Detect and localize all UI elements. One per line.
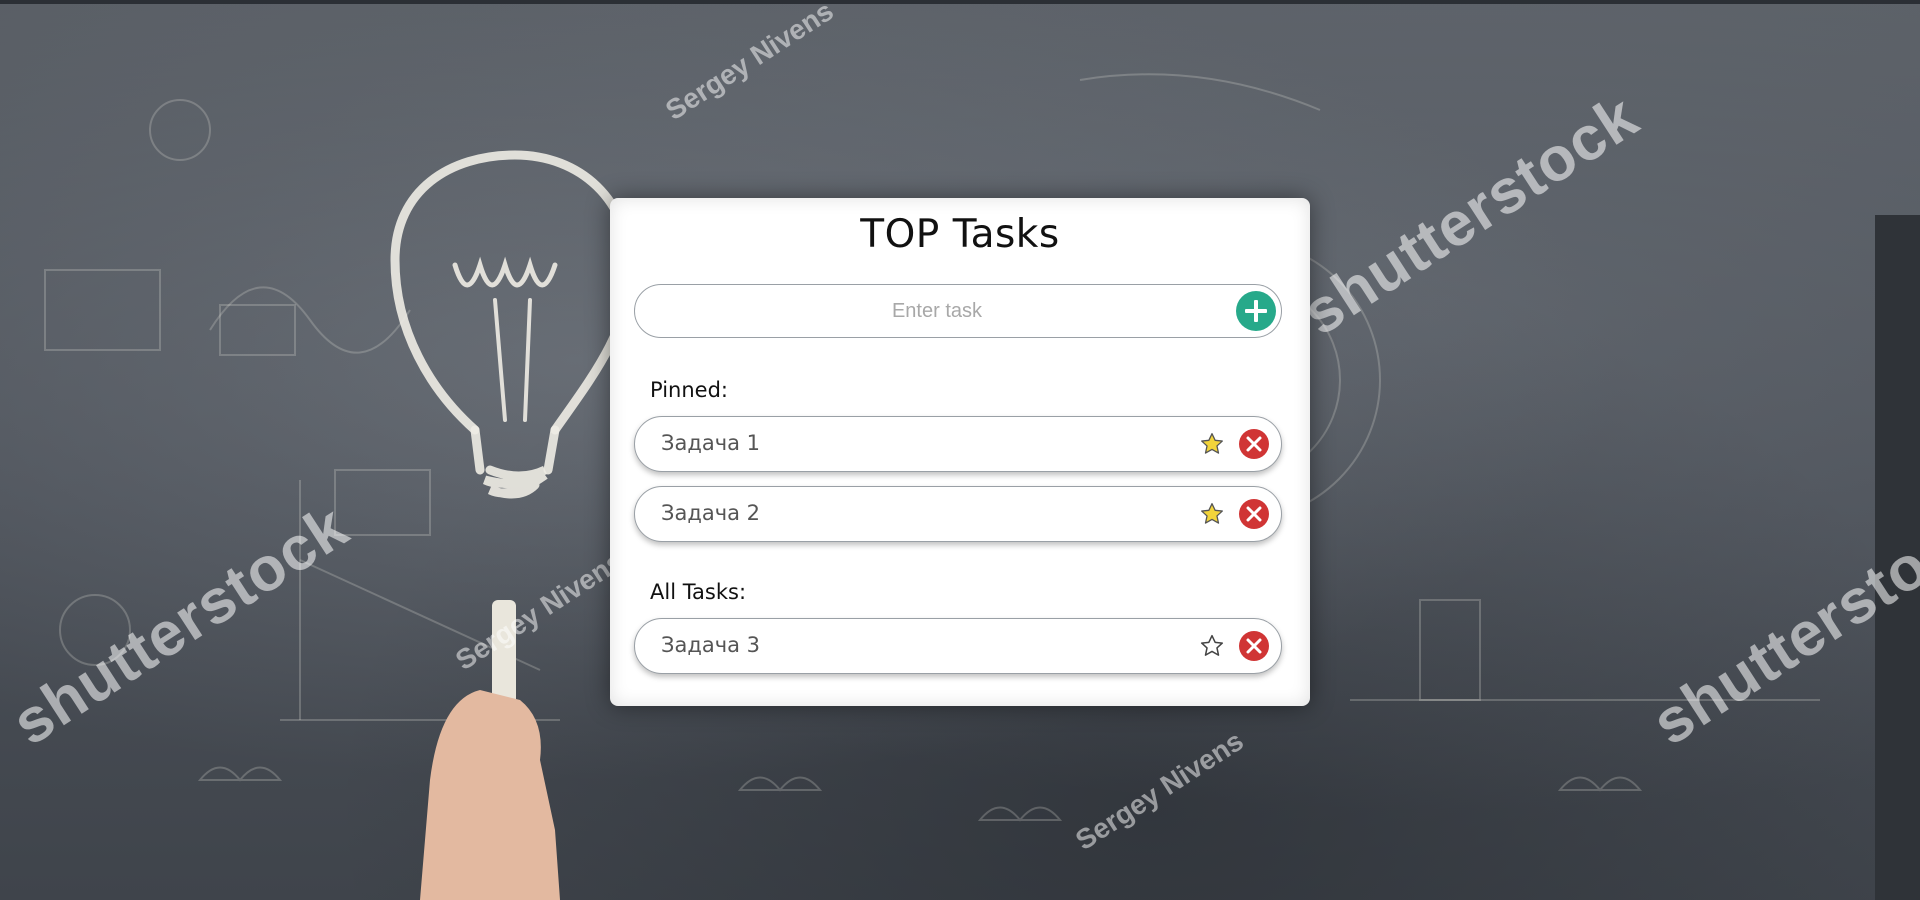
plus-icon — [1245, 300, 1267, 322]
star-outline-icon[interactable] — [1199, 633, 1225, 659]
task-text: Задача 2 — [661, 501, 761, 525]
all-tasks-section-label: All Tasks: — [650, 580, 747, 604]
pinned-section-label: Pinned: — [650, 378, 728, 402]
close-icon — [1246, 638, 1262, 654]
task-text: Задача 1 — [661, 431, 761, 455]
add-task-button[interactable] — [1236, 291, 1276, 331]
delete-task-button[interactable] — [1239, 429, 1269, 459]
pinned-task-item: Задача 1 — [634, 416, 1282, 472]
close-icon — [1246, 506, 1262, 522]
new-task-input-container — [634, 284, 1282, 338]
task-text: Задача 3 — [661, 633, 761, 657]
delete-task-button[interactable] — [1239, 631, 1269, 661]
star-filled-icon[interactable] — [1199, 501, 1225, 527]
new-task-input[interactable] — [655, 285, 1219, 338]
task-card: TOP Tasks Pinned: Задача 1 Задача 2 — [610, 198, 1310, 706]
star-filled-icon[interactable] — [1199, 431, 1225, 457]
page-title: TOP Tasks — [860, 212, 1060, 257]
task-item: Задача 3 — [634, 618, 1282, 674]
close-icon — [1246, 436, 1262, 452]
pinned-task-item: Задача 2 — [634, 486, 1282, 542]
delete-task-button[interactable] — [1239, 499, 1269, 529]
